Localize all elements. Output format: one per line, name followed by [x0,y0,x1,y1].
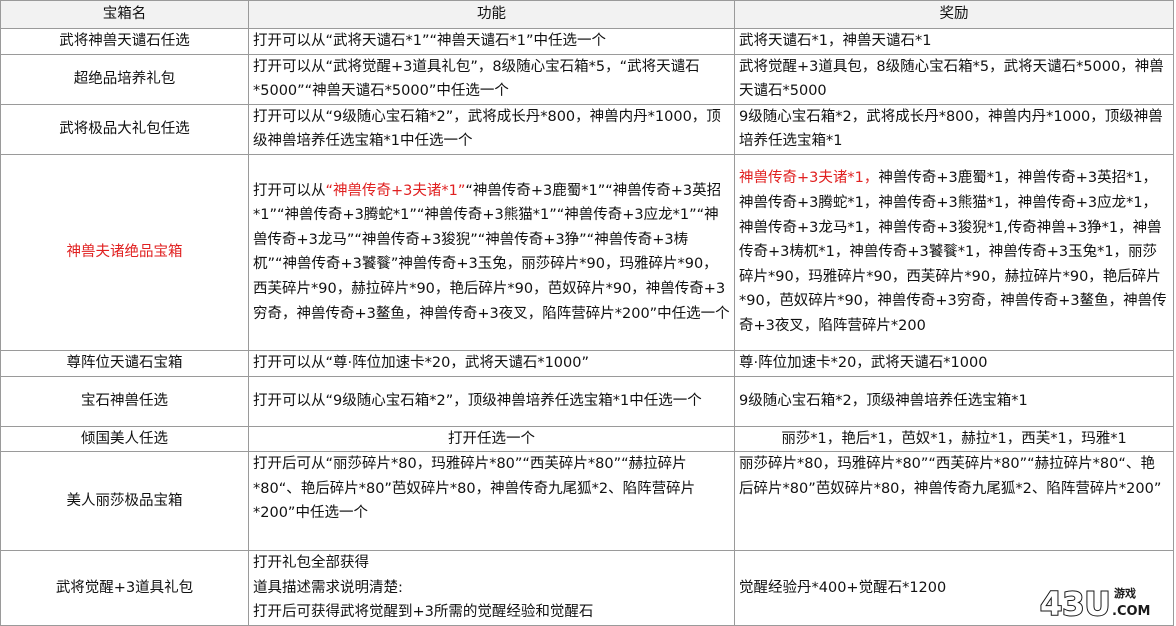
reward-cell: 武将天谴石*1，神兽天谴石*1 [734,28,1174,55]
reward-cell: 9级随心宝石箱*2，武将成长丹*800，神兽内丹*1000，顶级神兽培养任选宝箱… [734,103,1174,155]
table-row: 武将神兽天谴石任选 打开可以从“武将天谴石*1”“神兽天谴石*1”中任选一个 武… [0,28,1174,55]
reward-cell: 神兽传奇+3夫诸*1，神兽传奇+3鹿蜀*1，神兽传奇+3英招*1，神兽传奇+3腾… [734,153,1174,351]
reward-box-table: 宝箱名 功能 奖励 武将神兽天谴石任选 打开可以从“武将天谴石*1”“神兽天谴石… [0,0,1174,626]
watermark-sub: 游戏 [1114,586,1136,600]
watermark-text: 43U [1040,585,1111,621]
function-cell: 打开可以从“武将觉醒+3道具礼包”，8级随心宝石箱*5，“武将天谴石*5000”… [248,53,735,105]
box-name-cell: 倾国美人任选 [0,425,249,453]
reward-rest: 神兽传奇+3鹿蜀*1，神兽传奇+3英招*1，神兽传奇+3腾蛇*1，神兽传奇+3熊… [739,170,1167,334]
function-prefix: 打开可以从 [253,182,326,199]
function-line: 打开后可获得武将觉醒到+3所需的觉醒经验和觉醒石 [253,604,594,621]
function-cell: 打开可以从“9级随心宝石箱*2”，武将成长丹*800，神兽内丹*1000，顶级神… [248,103,735,155]
table-row: 超绝品培养礼包 打开可以从“武将觉醒+3道具礼包”，8级随心宝石箱*5，“武将天… [0,53,1174,105]
table-row: 神兽夫诸绝品宝箱 打开可以从“神兽传奇+3夫诸*1”“神兽传奇+3鹿蜀*1”“神… [0,153,1174,351]
table-row: 武将觉醒+3道具礼包 打开礼包全部获得 道具描述需求说明清楚: 打开后可获得武将… [0,550,1174,626]
reward-cell: 丽莎*1，艳后*1，芭奴*1，赫拉*1，西芙*1，玛雅*1 [734,425,1174,453]
function-cell: 打开可以从“武将天谴石*1”“神兽天谴石*1”中任选一个 [248,28,735,55]
site-watermark-logo: 43U 游戏 .COM [1039,584,1150,621]
reward-cell: 尊·阵位加速卡*20，武将天谴石*1000 [734,349,1174,377]
header-box-name: 宝箱名 [0,0,249,29]
table-row: 武将极品大礼包任选 打开可以从“9级随心宝石箱*2”，武将成长丹*800，神兽内… [0,103,1174,155]
box-name-cell: 武将觉醒+3道具礼包 [0,550,249,626]
table-row: 美人丽莎极品宝箱 打开后可从“丽莎碎片*80，玛雅碎片*80”“西芙碎片*80”… [0,451,1174,552]
box-name-cell: 神兽夫诸绝品宝箱 [0,153,249,351]
table-row: 宝石神兽任选 打开可以从“9级随心宝石箱*2”，顶级神兽培养任选宝箱*1中任选一… [0,375,1174,427]
header-reward: 奖励 [734,0,1174,29]
table-row: 倾国美人任选 打开任选一个 丽莎*1，艳后*1，芭奴*1，赫拉*1，西芙*1，玛… [0,425,1174,453]
function-cell: 打开任选一个 [248,425,735,453]
function-cell: 打开后可从“丽莎碎片*80，玛雅碎片*80”“西芙碎片*80”“赫拉碎片*80“… [248,451,735,552]
table-header-row: 宝箱名 功能 奖励 [0,0,1174,29]
function-cell: 打开可以从“神兽传奇+3夫诸*1”“神兽传奇+3鹿蜀*1”“神兽传奇+3英招*1… [248,153,735,351]
highlight-item: “神兽传奇+3夫诸*1” [325,182,466,199]
box-name-cell: 宝石神兽任选 [0,375,249,427]
box-name-cell: 超绝品培养礼包 [0,53,249,105]
reward-cell: 丽莎碎片*80，玛雅碎片*80”“西芙碎片*80”“赫拉碎片*80“、艳后碎片*… [734,451,1174,552]
box-name-cell: 武将神兽天谴石任选 [0,28,249,55]
table-row: 尊阵位天谴石宝箱 打开可以从“尊·阵位加速卡*20，武将天谴石*1000” 尊·… [0,349,1174,377]
function-rest: “神兽传奇+3鹿蜀*1”“神兽传奇+3英招*1”“神兽传奇+3腾蛇*1”“神兽传… [253,182,730,322]
watermark-domain: .COM [1112,604,1150,619]
function-cell: 打开礼包全部获得 道具描述需求说明清楚: 打开后可获得武将觉醒到+3所需的觉醒经… [248,550,735,626]
box-name-cell: 美人丽莎极品宝箱 [0,451,249,552]
box-name-cell: 武将极品大礼包任选 [0,103,249,155]
box-name-cell: 尊阵位天谴石宝箱 [0,349,249,377]
reward-cell: 武将觉醒+3道具包，8级随心宝石箱*5，武将天谴石*5000，神兽天谴石*500… [734,53,1174,105]
function-cell: 打开可以从“9级随心宝石箱*2”，顶级神兽培养任选宝箱*1中任选一个 [248,375,735,427]
highlight-item: 神兽传奇+3夫诸*1， [739,170,879,187]
reward-cell: 9级随心宝石箱*2，顶级神兽培养任选宝箱*1 [734,375,1174,427]
function-line: 打开礼包全部获得 [253,555,369,572]
function-cell: 打开可以从“尊·阵位加速卡*20，武将天谴石*1000” [248,349,735,377]
function-line: 道具描述需求说明清楚: [253,579,403,596]
header-function: 功能 [248,0,735,29]
